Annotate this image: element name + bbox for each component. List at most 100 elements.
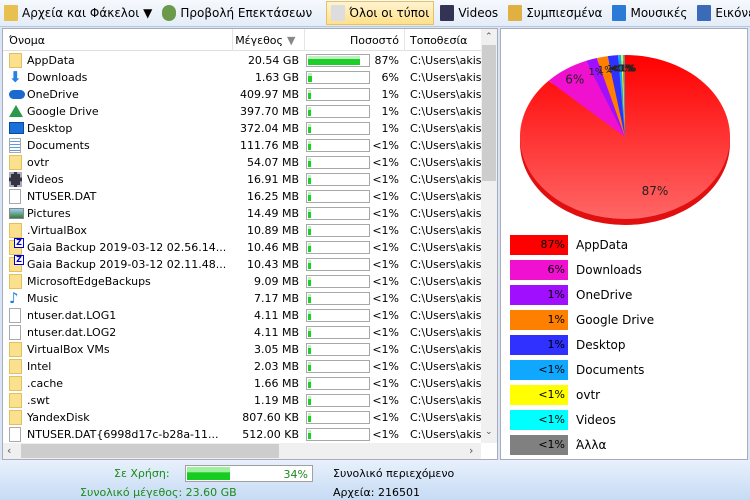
- table-row[interactable]: Google Drive 397.70 MB 1% C:\Users\akist: [3, 103, 481, 120]
- toolbar-button-0[interactable]: Αρχεία και Φάκελοι ▼: [0, 1, 156, 25]
- table-row[interactable]: .VirtualBox 10.89 MB <1% C:\Users\akist: [3, 222, 481, 239]
- chart-pane: 87% 6% 1% 1% 1% <1% <1% <1% <1% 87% AppData 6% Down…: [500, 28, 748, 460]
- column-percent[interactable]: Ποσοστό: [333, 34, 399, 47]
- status-bar: Σε Χρήση: 34% Συνολικό μέγεθος: 23.60 GB…: [0, 460, 750, 500]
- toolbar-button-4[interactable]: Συμπιεσμένα: [504, 1, 606, 25]
- item-percent: <1%: [372, 241, 399, 254]
- item-location: C:\Users\akist: [410, 88, 481, 101]
- table-row[interactable]: Videos 16.91 MB <1% C:\Users\akist: [3, 171, 481, 188]
- hscroll-thumb[interactable]: [21, 444, 279, 458]
- item-name: Downloads: [27, 71, 88, 84]
- item-percent-bar: [306, 258, 370, 271]
- table-row[interactable]: Documents 111.76 MB <1% C:\Users\akist: [3, 137, 481, 154]
- item-location: C:\Users\akist: [410, 156, 481, 169]
- item-location: C:\Users\akist: [410, 326, 481, 339]
- total-content-label: Συνολικό περιεχόμενο: [333, 467, 455, 480]
- column-name[interactable]: Όνομα: [9, 34, 45, 47]
- item-size: 20.54 GB: [247, 54, 299, 67]
- legend-percent: 1%: [547, 338, 565, 351]
- item-name: Pictures: [27, 207, 71, 220]
- toolbar-button-2[interactable]: Όλοι οι τύποι: [326, 1, 435, 25]
- table-row[interactable]: ⬇ Downloads 1.63 GB 6% C:\Users\akist: [3, 69, 481, 86]
- toolbar-button-5[interactable]: Μουσικές: [608, 1, 691, 25]
- column-location[interactable]: Τοποθεσία: [410, 34, 467, 47]
- horizontal-scrollbar[interactable]: ‹ ›: [3, 443, 481, 459]
- toolbar-button-label: Όλοι οι τύποι: [349, 6, 430, 20]
- scroll-thumb[interactable]: [482, 45, 496, 181]
- toolbar-button-1[interactable]: Προβολή Επεκτάσεων: [158, 1, 316, 25]
- item-percent-bar: [306, 292, 370, 305]
- legend-swatch: 87%: [510, 235, 568, 255]
- item-name: .swt: [27, 394, 50, 407]
- vertical-scrollbar[interactable]: ⌃ ⌄: [481, 29, 497, 443]
- item-size: 512.00 KB: [242, 428, 299, 441]
- item-percent-bar: [306, 394, 370, 407]
- toolbar-button-3[interactable]: Videos: [436, 1, 502, 25]
- item-percent: <1%: [372, 190, 399, 203]
- table-row[interactable]: ntuser.dat.LOG1 4.11 MB <1% C:\Users\aki…: [3, 307, 481, 324]
- item-location: C:\Users\akist: [410, 292, 481, 305]
- table-row[interactable]: OneDrive 409.97 MB 1% C:\Users\akist: [3, 86, 481, 103]
- table-row[interactable]: AppData 20.54 GB 87% C:\Users\akist: [3, 52, 481, 69]
- column-size[interactable]: Μέγεθος: [233, 34, 283, 47]
- item-name: Gaia Backup 2019-03-12 02.11.48...: [27, 258, 227, 271]
- table-row[interactable]: .swt 1.19 MB <1% C:\Users\akist: [3, 392, 481, 409]
- item-percent: <1%: [372, 360, 399, 373]
- table-row[interactable]: .cache 1.66 MB <1% C:\Users\akist: [3, 375, 481, 392]
- item-location: C:\Users\akist: [410, 105, 481, 118]
- table-row[interactable]: NTUSER.DAT{6998d17c-b28a-11... 512.00 KB…: [3, 426, 481, 443]
- item-percent: <1%: [372, 275, 399, 288]
- table-row[interactable]: Pictures 14.49 MB <1% C:\Users\akist: [3, 205, 481, 222]
- table-row[interactable]: YandexDisk 807.60 KB <1% C:\Users\akist: [3, 409, 481, 426]
- legend-item: 6% Downloads: [510, 260, 740, 280]
- item-location: C:\Users\akist: [410, 258, 481, 271]
- toolbar-button-6[interactable]: Εικόνες: [693, 1, 750, 25]
- scroll-up-icon[interactable]: ⌃: [485, 32, 493, 42]
- item-name: ovtr: [27, 156, 50, 169]
- film-icon: [440, 5, 455, 21]
- table-row[interactable]: Z Gaia Backup 2019-03-12 02.56.14... 10.…: [3, 238, 481, 256]
- item-percent: 1%: [381, 88, 399, 101]
- table-row[interactable]: ovtr 54.07 MB <1% C:\Users\akist: [3, 154, 481, 171]
- item-percent-bar: [306, 309, 370, 322]
- item-percent: 1%: [381, 105, 399, 118]
- item-name: .VirtualBox: [27, 224, 87, 237]
- table-row[interactable]: Desktop 372.04 MB 1% C:\Users\akist: [3, 120, 481, 137]
- scroll-right-icon[interactable]: ›: [469, 444, 473, 457]
- toolbar-button-label: Συμπιεσμένα: [526, 6, 603, 20]
- item-percent-bar: [306, 71, 370, 84]
- item-size: 807.60 KB: [242, 411, 299, 424]
- table-row[interactable]: ntuser.dat.LOG2 4.11 MB <1% C:\Users\aki…: [3, 324, 481, 341]
- table-row[interactable]: Z Gaia Backup 2019-03-12 02.11.48... 10.…: [3, 255, 481, 273]
- all-types-icon: [331, 5, 346, 21]
- table-row[interactable]: NTUSER.DAT 16.25 MB <1% C:\Users\akist: [3, 188, 481, 205]
- item-name: AppData: [27, 54, 75, 67]
- legend-item: <1% Videos: [510, 410, 740, 430]
- item-size: 4.11 MB: [253, 309, 299, 322]
- legend-percent: <1%: [538, 388, 565, 401]
- item-percent: <1%: [372, 139, 399, 152]
- toolbar-button-label: Μουσικές: [630, 6, 688, 20]
- table-row[interactable]: VirtualBox VMs 3.05 MB <1% C:\Users\akis…: [3, 341, 481, 358]
- legend-label: Άλλα: [576, 438, 607, 452]
- item-size: 9.09 MB: [253, 275, 299, 288]
- pie-chart: 87%6% 1%1%1%<1%<1%<1%<1%: [520, 55, 730, 225]
- table-row[interactable]: Intel 2.03 MB <1% C:\Users\akist: [3, 358, 481, 375]
- item-name: Gaia Backup 2019-03-12 02.56.14...: [27, 241, 227, 254]
- usage-percent: 34%: [283, 468, 308, 481]
- item-size: 10.89 MB: [246, 224, 299, 237]
- item-location: C:\Users\akist: [410, 139, 481, 152]
- item-percent: 87%: [374, 54, 399, 67]
- item-size: 14.49 MB: [246, 207, 299, 220]
- legend-swatch: <1%: [510, 410, 568, 430]
- legend-swatch: 1%: [510, 335, 568, 355]
- scroll-left-icon[interactable]: ‹: [7, 444, 11, 457]
- legend-swatch: 1%: [510, 285, 568, 305]
- legend-label: Desktop: [576, 338, 626, 352]
- legend-swatch: <1%: [510, 360, 568, 380]
- table-row[interactable]: MicrosoftEdgeBackups 9.09 MB <1% C:\User…: [3, 273, 481, 290]
- item-percent-bar: [306, 190, 370, 203]
- table-row[interactable]: ♪ Music 7.17 MB <1% C:\Users\akist: [3, 290, 481, 307]
- legend-swatch: <1%: [510, 435, 568, 455]
- scroll-down-icon[interactable]: ⌄: [485, 427, 493, 437]
